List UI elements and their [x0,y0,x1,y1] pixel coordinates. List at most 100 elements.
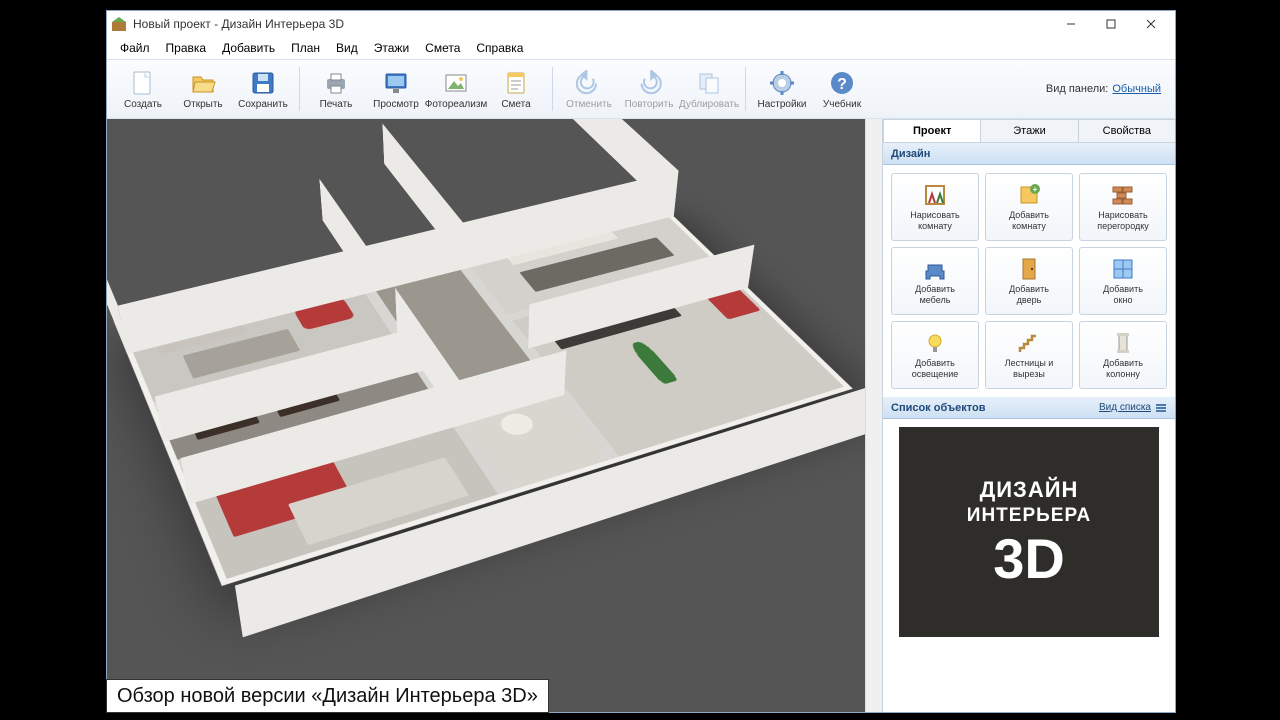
photoreal-button[interactable]: Фотореализм [426,61,486,117]
objects-viewlink[interactable]: Вид списка [1099,402,1151,413]
redo-button[interactable]: Повторить [619,61,679,117]
redo-icon [635,69,663,97]
preview-button[interactable]: Просмотр [366,61,426,117]
design-btn-label: Добавить колонну [1103,358,1143,379]
draw-wall-icon [1111,183,1135,207]
design-panel-header: Дизайн [883,143,1175,165]
design-btn-label: Добавить дверь [1009,284,1049,305]
estimate-label: Смета [501,99,530,110]
design-btn-label: Лестницы и вырезы [1005,358,1054,379]
design-btn-label: Добавить мебель [915,284,955,305]
design-btn-add-door[interactable]: Добавить дверь [985,247,1073,315]
undo-icon [575,69,603,97]
design-btn-label: Нарисовать перегородку [1097,210,1149,231]
print-button[interactable]: Печать [306,61,366,117]
duplicate-label: Дублировать [679,99,739,110]
save-button[interactable]: Сохранить [233,61,293,117]
app-icon [111,16,127,32]
photo-icon [442,69,470,97]
design-btn-label: Нарисовать комнату [910,210,959,231]
design-btn-add-column[interactable]: Добавить колонну [1079,321,1167,389]
design-btn-draw-wall[interactable]: Нарисовать перегородку [1079,173,1167,241]
minimize-button[interactable] [1051,11,1091,37]
settings-label: Настройки [757,99,806,110]
panel-mode-label: Вид панели: [1046,83,1108,95]
photoreal-label: Фотореализм [425,99,488,110]
menu-edit[interactable]: Правка [159,39,214,57]
monitor-icon [382,69,410,97]
panel-mode-link[interactable]: Обычный [1112,83,1161,95]
undo-button[interactable]: Отменить [559,61,619,117]
redo-label: Повторить [625,99,674,110]
tab-properties[interactable]: Свойства [1078,119,1175,142]
menu-file[interactable]: Файл [113,39,157,57]
list-view-icon[interactable] [1155,402,1167,414]
viewport-scrollbar[interactable] [865,119,882,712]
menubar: Файл Правка Добавить План Вид Этажи Смет… [107,37,1175,59]
design-btn-label: Добавить окно [1103,284,1143,305]
menu-add[interactable]: Добавить [215,39,282,57]
duplicate-button[interactable]: Дублировать [679,61,739,117]
svg-text:?: ? [837,76,847,93]
create-button[interactable]: Создать [113,61,173,117]
gear-icon [768,69,796,97]
design-btn-label: Добавить комнату [1009,210,1049,231]
help-button[interactable]: ? Учебник [812,61,872,117]
new-file-icon [129,69,157,97]
close-button[interactable] [1131,11,1171,37]
menu-estimate[interactable]: Смета [418,39,467,57]
duplicate-icon [695,69,723,97]
toolbar-separator [552,67,553,111]
main-area: Проект Этажи Свойства Дизайн Нарисовать … [107,119,1175,712]
add-column-icon [1111,331,1135,355]
open-button[interactable]: Открыть [173,61,233,117]
create-label: Создать [124,99,162,110]
estimate-button[interactable]: Смета [486,61,546,117]
menu-view[interactable]: Вид [329,39,365,57]
viewport-3d[interactable] [107,119,883,712]
titlebar: Новый проект - Дизайн Интерьера 3D [107,11,1175,37]
design-btn-add-room[interactable]: + Добавить комнату [985,173,1073,241]
undo-label: Отменить [566,99,612,110]
tab-floors[interactable]: Этажи [980,119,1078,142]
design-grid: Нарисовать комнату + Добавить комнату Нарис… [883,165,1175,397]
add-light-icon [923,331,947,355]
add-window-icon [1111,257,1135,281]
save-icon [249,69,277,97]
printer-icon [322,69,350,97]
menu-floors[interactable]: Этажи [367,39,416,57]
svg-text:+: + [1033,185,1038,194]
preview-label: Просмотр [373,99,419,110]
window-controls [1051,11,1171,37]
toolbar: Создать Открыть Сохранить Печать Просмот… [107,59,1175,119]
open-label: Открыть [183,99,222,110]
folder-open-icon [189,69,217,97]
menu-plan[interactable]: План [284,39,327,57]
question-icon: ? [828,69,856,97]
design-btn-add-light[interactable]: Добавить освещение [891,321,979,389]
notepad-icon [502,69,530,97]
toolbar-separator [299,67,300,111]
settings-button[interactable]: Настройки [752,61,812,117]
add-room-icon: + [1017,183,1041,207]
sidebar-tabs: Проект Этажи Свойства [883,119,1175,143]
promo-line1: ДИЗАЙН [980,477,1079,503]
design-btn-stairs[interactable]: Лестницы и вырезы [985,321,1073,389]
design-title: Дизайн [891,148,930,160]
promo-banner: ДИЗАЙН ИНТЕРЬЕРА 3D [899,427,1159,637]
promo-line2: ИНТЕРЬЕРА [967,505,1091,527]
menu-help[interactable]: Справка [469,39,530,57]
objects-panel-header: Список объектов Вид списка [883,397,1175,419]
design-btn-draw-room[interactable]: Нарисовать комнату [891,173,979,241]
toolbar-separator [745,67,746,111]
sidebar: Проект Этажи Свойства Дизайн Нарисовать … [883,119,1175,712]
design-btn-add-furniture[interactable]: Добавить мебель [891,247,979,315]
tab-project[interactable]: Проект [883,119,981,142]
design-btn-add-window[interactable]: Добавить окно [1079,247,1167,315]
maximize-button[interactable] [1091,11,1131,37]
save-label: Сохранить [238,99,288,110]
design-btn-label: Добавить освещение [912,358,959,379]
objects-title: Список объектов [891,402,985,414]
objects-list: ДИЗАЙН ИНТЕРЬЕРА 3D [883,419,1175,712]
window-title: Новый проект - Дизайн Интерьера 3D [133,17,1051,31]
